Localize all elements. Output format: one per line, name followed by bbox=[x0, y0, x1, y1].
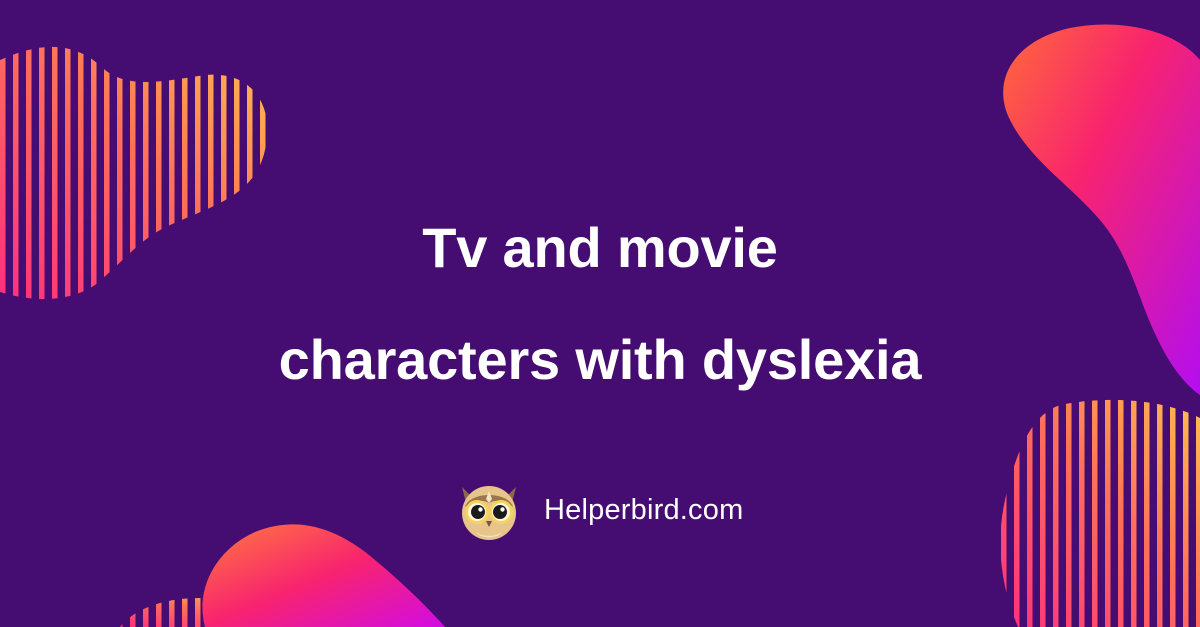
brand[interactable]: Helperbird.com bbox=[456, 477, 743, 543]
solid-blob-bottom-left bbox=[202, 524, 445, 627]
headline: Tv and movie characters with dyslexia bbox=[0, 192, 1200, 416]
headline-line-2: characters with dyslexia bbox=[278, 328, 922, 391]
social-banner: Tv and movie characters with dyslexia He… bbox=[0, 0, 1200, 627]
headline-line-1: Tv and movie bbox=[422, 216, 778, 279]
owl-icon bbox=[462, 486, 516, 540]
striped-blob-bottom-right bbox=[1000, 399, 1200, 627]
brand-link[interactable]: Helperbird.com bbox=[544, 494, 743, 527]
